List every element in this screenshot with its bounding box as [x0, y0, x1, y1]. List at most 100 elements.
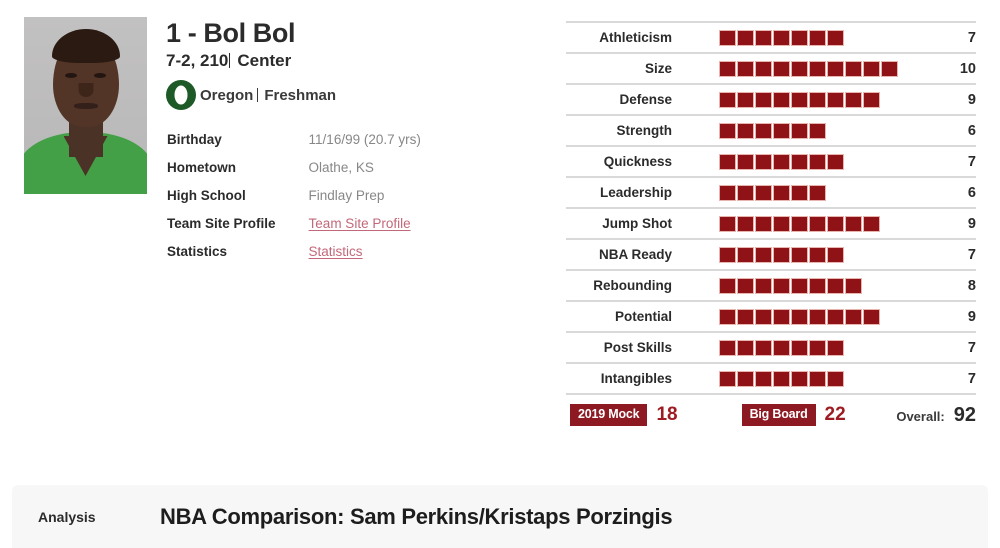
table-row: Team Site Profile Team Site Profile	[166, 209, 422, 237]
overall-label: Overall:	[896, 408, 945, 424]
rating-pip	[737, 277, 754, 294]
rating-bar	[672, 122, 932, 139]
rating-row: Intangibles 7	[566, 362, 976, 393]
mock-draft-group: 2019 Mock 18	[570, 404, 678, 426]
rating-row: Athleticism 7	[566, 21, 976, 52]
overall-group: Overall: 92	[896, 404, 976, 427]
rating-label: Leadership	[599, 185, 672, 200]
rating-pip	[845, 215, 862, 232]
rating-pip	[863, 91, 880, 108]
rating-pip	[809, 277, 826, 294]
rating-row: Jump Shot 9	[566, 207, 976, 238]
rating-pip	[755, 91, 772, 108]
meta-key-team-site-profile: Team Site Profile	[167, 215, 276, 231]
player-info: 1 - Bol Bol 7-2, 210 Center Oregon Freshma…	[166, 18, 546, 265]
table-row: Birthday 11/16/99 (20.7 yrs)	[166, 125, 422, 153]
rating-pip	[881, 60, 898, 77]
team-site-profile-link[interactable]: Team Site Profile	[309, 216, 411, 231]
rating-pip	[755, 29, 772, 46]
rating-row: Size 10	[566, 52, 976, 83]
rating-pip	[737, 370, 754, 387]
rating-pip	[719, 122, 736, 139]
rating-pip	[809, 122, 826, 139]
rating-pip	[791, 29, 808, 46]
meta-key-statistics: Statistics	[167, 243, 228, 259]
meta-key-birthday: Birthday	[167, 131, 222, 147]
rating-pip	[809, 153, 826, 170]
rating-pip	[791, 308, 808, 325]
rating-pip	[719, 60, 736, 77]
school-name: Oregon	[200, 86, 254, 104]
rating-row: Quickness 7	[566, 145, 976, 176]
rating-bar	[672, 60, 932, 77]
rating-pip	[809, 308, 826, 325]
statistics-link[interactable]: Statistics	[309, 244, 363, 259]
rating-pip	[791, 339, 808, 356]
rating-pip	[719, 246, 736, 263]
rating-pip	[737, 29, 754, 46]
table-row: Statistics Statistics	[166, 237, 422, 265]
rating-value: 7	[967, 339, 976, 356]
rating-pip	[827, 246, 844, 263]
rating-pip	[773, 277, 790, 294]
ratings-footer: 2019 Mock 18 Big Board 22 Overall: 92	[566, 393, 976, 435]
meta-value-birthday: 11/16/99 (20.7 yrs)	[308, 131, 421, 147]
rating-value: 8	[967, 277, 976, 294]
rating-pip	[755, 153, 772, 170]
rating-row: Strength 6	[566, 114, 976, 145]
rating-pip	[737, 339, 754, 356]
rating-row: Defense 9	[566, 83, 976, 114]
mock-draft-value: 18	[656, 404, 678, 425]
rating-pip	[827, 339, 844, 356]
rating-pip	[737, 91, 754, 108]
rating-row: Post Skills 7	[566, 331, 976, 362]
player-class: Freshman	[264, 86, 337, 104]
school-line: Oregon Freshman	[166, 79, 546, 111]
table-row: Hometown Olathe, KS	[166, 153, 422, 181]
meta-value-statistics: Statistics	[308, 237, 422, 265]
rating-pip	[719, 308, 736, 325]
rating-pip	[719, 91, 736, 108]
rating-pip	[827, 370, 844, 387]
rating-pip	[827, 29, 844, 46]
rating-label: Rebounding	[593, 278, 672, 293]
overall-value: 92	[953, 403, 976, 426]
rating-value: 9	[967, 215, 976, 232]
photo-eye-left	[65, 73, 77, 78]
rating-pip	[773, 215, 790, 232]
player-height-weight: 7-2, 210	[166, 51, 229, 71]
rating-pip	[827, 277, 844, 294]
rating-row: Rebounding 8	[566, 269, 976, 300]
mock-draft-badge: 2019 Mock	[570, 404, 648, 426]
photo-mouth	[73, 103, 98, 109]
rating-pip	[791, 153, 808, 170]
measure-divider	[229, 53, 231, 69]
photo-eye-right	[94, 73, 106, 78]
big-board-badge: Big Board	[741, 404, 816, 426]
rating-pip	[755, 122, 772, 139]
rating-pip	[809, 339, 826, 356]
rating-pip	[845, 91, 862, 108]
rating-label: Defense	[619, 92, 672, 107]
rating-pip	[791, 277, 808, 294]
rating-pip	[737, 122, 754, 139]
rating-pip	[719, 153, 736, 170]
rating-label: Strength	[616, 123, 673, 138]
rating-pip	[737, 60, 754, 77]
rating-value: 9	[967, 91, 976, 108]
rating-pip	[719, 184, 736, 201]
rating-pip	[773, 153, 790, 170]
meta-value-high-school: Findlay Prep	[308, 187, 385, 203]
rating-pip	[827, 308, 844, 325]
rating-pip	[791, 60, 808, 77]
big-board-value: 22	[824, 404, 846, 425]
player-position: Center	[237, 51, 292, 71]
rating-pip	[827, 215, 844, 232]
rating-pip	[773, 60, 790, 77]
rating-pip	[791, 215, 808, 232]
rating-pip	[863, 60, 880, 77]
rating-value: 6	[967, 122, 976, 139]
rating-pip	[773, 184, 790, 201]
rating-pip	[791, 91, 808, 108]
rating-bar	[672, 277, 932, 294]
